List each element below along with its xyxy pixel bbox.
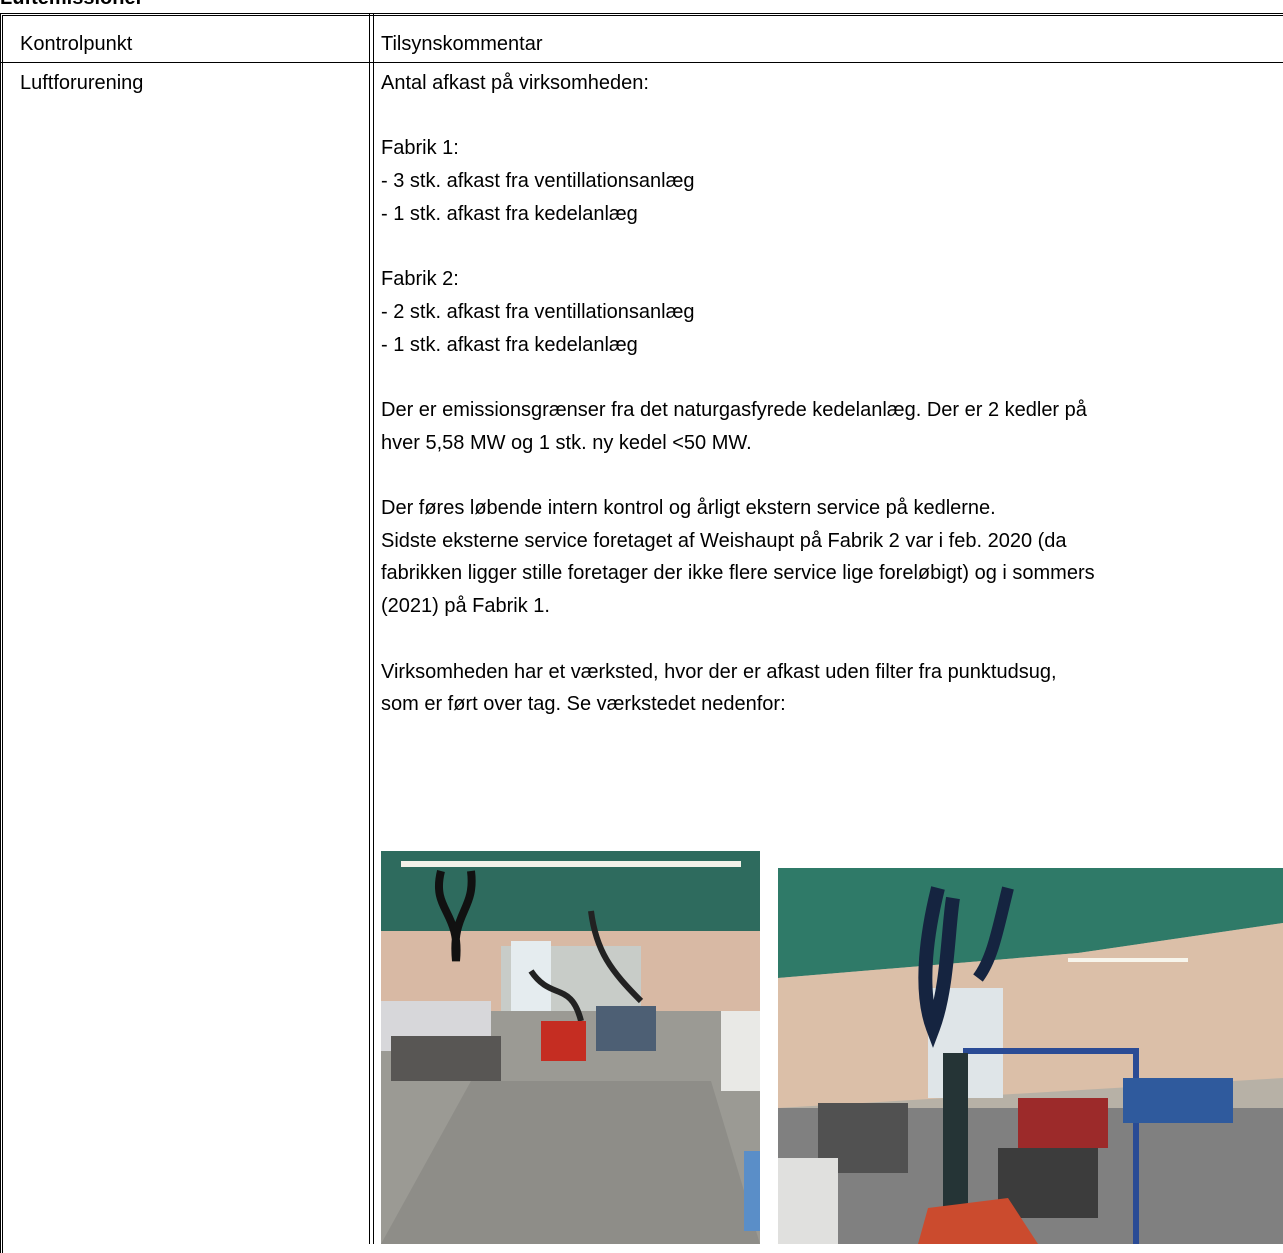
comment-line: (2021) på Fabrik 1. xyxy=(381,595,550,618)
section-title: Luftemissioner xyxy=(0,0,143,9)
comment-line: Der føres løbende intern kontrol og årli… xyxy=(381,497,996,520)
comment-line: Antal afkast på virksomheden: xyxy=(381,72,649,94)
comment-line: hver 5,58 MW og 1 stk. ny kedel <50 MW. xyxy=(381,431,752,454)
comment-line: som er ført over tag. Se værkstedet nede… xyxy=(381,693,786,716)
kontrolpunkt-cell: Luftforurening xyxy=(20,72,144,94)
comment-line: Fabrik 2: xyxy=(381,268,459,291)
comment-line: - 3 stk. afkast fra ventillationsanlæg xyxy=(381,170,695,193)
workshop-photo-1 xyxy=(381,851,760,1244)
comment-line: Fabrik 1: xyxy=(381,137,459,160)
workshop-photo-2 xyxy=(778,868,1283,1244)
column-divider-left xyxy=(369,13,370,1244)
header-kontrolpunkt: Kontrolpunkt xyxy=(20,33,133,55)
comment-line: Sidste eksterne service foretaget af Wei… xyxy=(381,529,1067,552)
tilsynskommentar-cell: Antal afkast på virksomheden: Fabrik 1: … xyxy=(381,67,1283,721)
column-divider-right xyxy=(373,13,374,1244)
comment-line: Der er emissionsgrænser fra det naturgas… xyxy=(381,398,1087,421)
header-tilsynskommentar: Tilsynskommentar xyxy=(381,33,543,55)
comment-line: Virksomheden har et værksted, hvor der e… xyxy=(381,660,1057,683)
comment-line: - 1 stk. afkast fra kedelanlæg xyxy=(381,202,638,225)
comment-line: - 1 stk. afkast fra kedelanlæg xyxy=(381,333,638,356)
header-row-divider xyxy=(0,62,1283,63)
comment-line: fabrikken ligger stille foretager der ik… xyxy=(381,562,1095,585)
comment-line: - 2 stk. afkast fra ventillationsanlæg xyxy=(381,300,695,323)
